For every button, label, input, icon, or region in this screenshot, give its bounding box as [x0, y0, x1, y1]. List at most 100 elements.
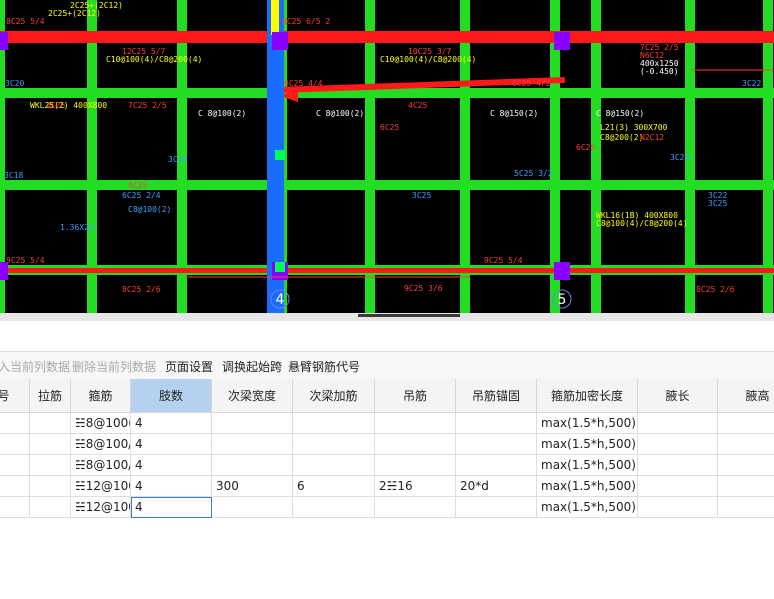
- selected-beam-highlight: [271, 0, 279, 35]
- column-header[interactable]: 号: [0, 379, 30, 413]
- table-cell[interactable]: [212, 497, 293, 518]
- toolbar-button[interactable]: 删除当前列数据: [72, 358, 156, 375]
- toolbar-button[interactable]: 页面设置: [165, 358, 213, 375]
- table-cell[interactable]: [718, 413, 774, 434]
- table-cell[interactable]: [30, 497, 71, 518]
- table-cell[interactable]: ☵12@100: [71, 476, 131, 497]
- column-header[interactable]: 吊筋: [375, 379, 456, 413]
- table-cell[interactable]: max(1.5*h,500): [537, 455, 638, 476]
- table-cell[interactable]: ☵12@100: [71, 497, 131, 518]
- table-cell[interactable]: [638, 455, 718, 476]
- panel-splitter[interactable]: [0, 313, 774, 321]
- cad-annotation: C 8@100(2): [316, 109, 364, 118]
- table-cell[interactable]: max(1.5*h,500): [537, 476, 638, 497]
- table-cell[interactable]: 4: [131, 476, 212, 497]
- table-cell[interactable]: [456, 413, 537, 434]
- cad-annotation: 3C20: [5, 79, 24, 88]
- cad-annotation: C8@100(2): [128, 205, 171, 214]
- cad-annotation: 8C25 6/5 2: [282, 17, 330, 26]
- cad-annotation: 8C25 5/4: [6, 17, 45, 26]
- column-header[interactable]: 次梁加筋: [293, 379, 375, 413]
- table-cell[interactable]: 2☵16: [375, 476, 456, 497]
- table-cell[interactable]: [375, 455, 456, 476]
- table-cell[interactable]: [212, 455, 293, 476]
- table-cell[interactable]: [638, 413, 718, 434]
- column-header[interactable]: 腋长: [638, 379, 718, 413]
- table-cell[interactable]: [0, 413, 30, 434]
- table-cell[interactable]: [0, 497, 30, 518]
- cad-annotation: 5C25 3/2: [514, 169, 553, 178]
- table-cell[interactable]: 6: [293, 476, 375, 497]
- cad-annotation: WKL25(2) 400X800: [30, 101, 107, 110]
- table-cell[interactable]: [375, 497, 456, 518]
- splitter-grip[interactable]: [358, 314, 460, 317]
- cad-annotation: 9C25 5/4: [484, 256, 523, 265]
- table-cell[interactable]: [718, 497, 774, 518]
- column-header[interactable]: 肢数: [131, 379, 212, 413]
- table-cell[interactable]: [293, 413, 375, 434]
- cad-annotation: 3C22: [742, 79, 761, 88]
- blank-area: [0, 321, 774, 351]
- beam-vertical-1: [87, 0, 97, 313]
- table-cell[interactable]: [456, 497, 537, 518]
- table-cell[interactable]: [638, 476, 718, 497]
- cad-annotation: 4C25: [128, 181, 147, 190]
- table-cell[interactable]: ☵8@100/: [71, 434, 131, 455]
- toolbar-button[interactable]: 入当前列数据: [0, 358, 70, 375]
- table-cell[interactable]: [718, 434, 774, 455]
- table-cell[interactable]: [30, 455, 71, 476]
- cad-drawing-canvas[interactable]: 4 5 8C25 5/4 2C25+(2C12) 8C25 6/5 2 2C25+(2C1…: [0, 0, 774, 313]
- table-cell[interactable]: 4: [131, 434, 212, 455]
- column-header[interactable]: 腋高: [718, 379, 774, 413]
- table-cell[interactable]: [375, 434, 456, 455]
- table-cell[interactable]: max(1.5*h,500): [537, 413, 638, 434]
- table-cell[interactable]: [0, 434, 30, 455]
- table-cell[interactable]: [638, 497, 718, 518]
- cad-annotation: 8C25 2/6: [696, 285, 735, 294]
- table-cell[interactable]: 4: [131, 497, 212, 518]
- table-cell[interactable]: [293, 434, 375, 455]
- cad-annotation: 6C25 4/2: [512, 79, 551, 88]
- table-cell[interactable]: max(1.5*h,500): [537, 434, 638, 455]
- axis-label-4: 4: [276, 292, 285, 308]
- table-cell[interactable]: ☵8@100/: [71, 455, 131, 476]
- table-cell[interactable]: [718, 455, 774, 476]
- table-cell[interactable]: [638, 434, 718, 455]
- table-cell[interactable]: [212, 434, 293, 455]
- toolbar-button[interactable]: 悬臂钢筋代号: [288, 358, 360, 375]
- table-cell[interactable]: [375, 413, 456, 434]
- grip-point-1: [275, 150, 285, 160]
- column-2: [554, 32, 570, 50]
- table-cell[interactable]: 4: [131, 413, 212, 434]
- cad-annotation: 3C25: [708, 199, 727, 208]
- cad-annotation: C10@100(4)/C8@200(4): [380, 55, 476, 64]
- cad-svg[interactable]: 4 58C25 5/42C25+(2C12)8C25 6/5 22C25+(2C1…: [0, 0, 774, 313]
- table-cell[interactable]: 4: [131, 455, 212, 476]
- table-cell[interactable]: [30, 434, 71, 455]
- table-cell[interactable]: [293, 455, 375, 476]
- toolbar-button[interactable]: 调换起始跨: [222, 358, 282, 375]
- column-header[interactable]: 吊筋锚固: [456, 379, 537, 413]
- table-cell[interactable]: [30, 476, 71, 497]
- column-header[interactable]: 箍筋加密长度: [537, 379, 638, 413]
- beam-horizontal-1: [0, 180, 774, 190]
- table-cell[interactable]: 20*d: [456, 476, 537, 497]
- table-cell[interactable]: 300: [212, 476, 293, 497]
- cad-annotation: 6C25: [576, 143, 595, 152]
- table-cell[interactable]: [293, 497, 375, 518]
- table-cell[interactable]: [0, 455, 30, 476]
- cad-annotation: 9C25 5/4: [6, 256, 45, 265]
- column-header[interactable]: 次梁宽度: [212, 379, 293, 413]
- column-header[interactable]: 拉筋: [30, 379, 71, 413]
- cad-annotation: 4C25: [408, 101, 427, 110]
- table-cell[interactable]: [456, 434, 537, 455]
- table-cell[interactable]: [718, 476, 774, 497]
- table-cell[interactable]: ☵8@100(: [71, 413, 131, 434]
- table-cell[interactable]: [30, 413, 71, 434]
- column-header[interactable]: 箍筋: [71, 379, 131, 413]
- table-cell[interactable]: max(1.5*h,500): [537, 497, 638, 518]
- table-cell[interactable]: [456, 455, 537, 476]
- cad-annotation: 3C20: [168, 155, 187, 164]
- table-cell[interactable]: [0, 476, 30, 497]
- table-cell[interactable]: [212, 413, 293, 434]
